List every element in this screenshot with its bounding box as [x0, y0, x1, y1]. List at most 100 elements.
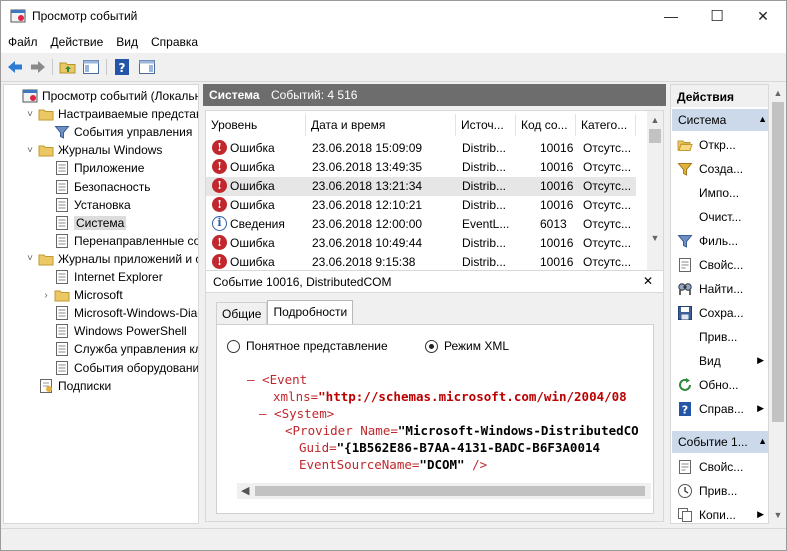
error-icon: ! — [212, 159, 227, 174]
table-row[interactable]: ! Ошибка 23.06.2018 12:10:21 Distrib... 1001… — [206, 196, 636, 215]
actions-scrollbar[interactable]: ▲ ▼ — [770, 84, 786, 524]
column-event-id[interactable]: Код со... — [516, 114, 576, 136]
scroll-down-arrow-icon[interactable]: ▼ — [770, 508, 786, 522]
xml-horizontal-scrollbar[interactable]: ◀ — [237, 483, 651, 499]
tree-item[interactable]: › Microsoft — [40, 286, 122, 304]
show-action-pane-icon[interactable] — [138, 58, 156, 76]
menu-bar: Файл Действие Вид Справка — [1, 31, 786, 53]
action-item[interactable]: Очист... — [671, 205, 768, 229]
scrollbar-thumb[interactable] — [255, 486, 645, 496]
maximize-button[interactable]: ☐ — [694, 1, 740, 31]
tree-item[interactable]: Приложение — [40, 159, 144, 177]
menu-file[interactable]: Файл — [1, 31, 44, 53]
column-category[interactable]: Катего... — [576, 114, 636, 136]
scrollbar-thumb[interactable] — [649, 129, 661, 143]
action-item[interactable]: Найти... — [671, 277, 768, 301]
tab-general[interactable]: Общие — [216, 302, 268, 324]
scroll-up-arrow-icon[interactable]: ▲ — [770, 86, 786, 100]
action-item[interactable]: Прив... — [671, 325, 768, 349]
column-date[interactable]: Дата и время — [306, 114, 456, 136]
column-level[interactable]: Уровень — [206, 114, 306, 136]
collapse-toggle[interactable]: – — [247, 372, 255, 387]
cell-source: Distrib... — [462, 179, 507, 193]
title-bar: Просмотр событий — ☐ ✕ — [1, 1, 786, 31]
action-item[interactable]: Сохра... — [671, 301, 768, 325]
actions-section-header[interactable]: Система ▲ — [672, 109, 768, 131]
tree-item[interactable]: Служба управления клк — [40, 340, 198, 358]
close-button[interactable]: ✕ — [740, 1, 786, 31]
action-item[interactable]: Вид ▶ — [671, 349, 768, 373]
tree-item[interactable]: События управления — [40, 123, 192, 141]
table-row[interactable]: i Сведения 23.06.2018 12:00:00 EventL... 601… — [206, 215, 636, 234]
event-detail-close-icon[interactable]: ✕ — [643, 274, 653, 288]
action-item-label: Копи... — [699, 508, 736, 522]
action-item[interactable]: Филь... — [671, 229, 768, 253]
table-row[interactable]: ! Ошибка 23.06.2018 13:21:34 Distrib... 1001… — [206, 177, 636, 196]
table-row[interactable]: ! Ошибка 23.06.2018 15:09:09 Distrib... 1001… — [206, 139, 636, 158]
expand-toggle-icon[interactable]: › — [40, 290, 52, 301]
cell-source: Distrib... — [462, 141, 507, 155]
tree-item[interactable]: Перенаправленные соб — [40, 232, 198, 250]
find-icon — [678, 283, 692, 295]
tree-item[interactable]: Установка — [40, 196, 131, 214]
radio-friendly-dot[interactable] — [227, 339, 240, 353]
save-icon — [678, 306, 692, 320]
menu-view[interactable]: Вид — [109, 31, 144, 53]
tree-item[interactable]: События оборудования — [40, 359, 198, 377]
tree-item[interactable]: Система — [40, 214, 127, 232]
cell-source: EventL... — [462, 217, 510, 231]
minimize-button[interactable]: — — [648, 1, 694, 31]
event-detail-panel: Событие 10016, DistributedCOM ✕ Общие По… — [205, 270, 664, 522]
tree-item[interactable]: Microsoft-Windows-Diag — [40, 304, 198, 322]
help-icon[interactable]: ? — [113, 58, 131, 76]
properties-icon — [679, 460, 691, 474]
menu-help[interactable]: Справка — [144, 31, 204, 53]
action-item[interactable]: ? Справ... ▶ — [671, 397, 768, 421]
action-item[interactable]: Импо... — [671, 181, 768, 205]
collapse-toggle[interactable]: – — [259, 406, 267, 421]
svg-text:?: ? — [682, 404, 688, 417]
tree-item[interactable]: Просмотр событий (Локальны — [8, 87, 198, 105]
show-hide-tree-icon[interactable] — [82, 58, 100, 76]
scroll-up-arrow-icon[interactable]: ▲ — [647, 113, 663, 127]
scrollbar-thumb[interactable] — [772, 102, 784, 422]
scroll-down-arrow-icon[interactable]: ▼ — [647, 231, 663, 245]
radio-friendly-view[interactable]: Понятное представление — [227, 339, 388, 353]
radio-xml-dot[interactable] — [425, 339, 438, 353]
cell-date: 23.06.2018 13:49:35 — [312, 160, 423, 174]
expand-toggle-icon[interactable]: ˅ — [24, 253, 36, 264]
action-item[interactable]: Свойс... — [671, 455, 768, 479]
tree-item[interactable]: ˅ Настраиваемые представле — [24, 105, 198, 123]
actions-section-header[interactable]: Событие 1... ▲ — [672, 431, 768, 453]
xml-line: <Provider Name="Microsoft-Windows-Distri… — [285, 423, 639, 438]
collapse-caret-icon[interactable]: ▲ — [758, 114, 767, 124]
tree-item[interactable]: Подписки — [24, 377, 111, 395]
action-item[interactable]: Обно... — [671, 373, 768, 397]
tree-item[interactable]: Internet Explorer — [40, 268, 163, 286]
tab-details[interactable]: Подробности — [267, 300, 354, 324]
tree-item[interactable]: Безопасность — [40, 178, 151, 196]
cell-source: Distrib... — [462, 160, 507, 174]
action-item[interactable]: Копи... ▶ — [671, 503, 768, 523]
action-item[interactable]: Откр... — [671, 133, 768, 157]
forward-arrow-icon[interactable] — [29, 58, 47, 76]
column-source[interactable]: Источ... — [456, 114, 516, 136]
table-row[interactable]: ! Ошибка 23.06.2018 13:49:35 Distrib... 1001… — [206, 158, 636, 177]
up-folder-icon[interactable] — [59, 58, 77, 76]
tree-item[interactable]: ˅ Журналы приложений и сл — [24, 250, 198, 268]
expand-toggle-icon[interactable]: ˅ — [24, 109, 36, 120]
menu-action[interactable]: Действие — [44, 31, 110, 53]
action-item[interactable]: Созда... — [671, 157, 768, 181]
back-arrow-icon[interactable] — [6, 58, 24, 76]
tree-item-label: Система — [74, 215, 127, 230]
tree-item[interactable]: Windows PowerShell — [40, 322, 187, 340]
radio-xml-view[interactable]: Режим XML — [425, 339, 509, 353]
cell-cat: Отсутс... — [583, 255, 632, 269]
collapse-caret-icon[interactable]: ▲ — [758, 436, 767, 446]
expand-toggle-icon[interactable]: ˅ — [24, 145, 36, 156]
tree-item[interactable]: ˅ Журналы Windows — [24, 141, 162, 159]
action-item[interactable]: Свойс... — [671, 253, 768, 277]
action-item[interactable]: Прив... — [671, 479, 768, 503]
table-row[interactable]: ! Ошибка 23.06.2018 10:49:44 Distrib... 1001… — [206, 234, 636, 253]
scroll-left-arrow-icon[interactable]: ◀ — [241, 484, 249, 497]
